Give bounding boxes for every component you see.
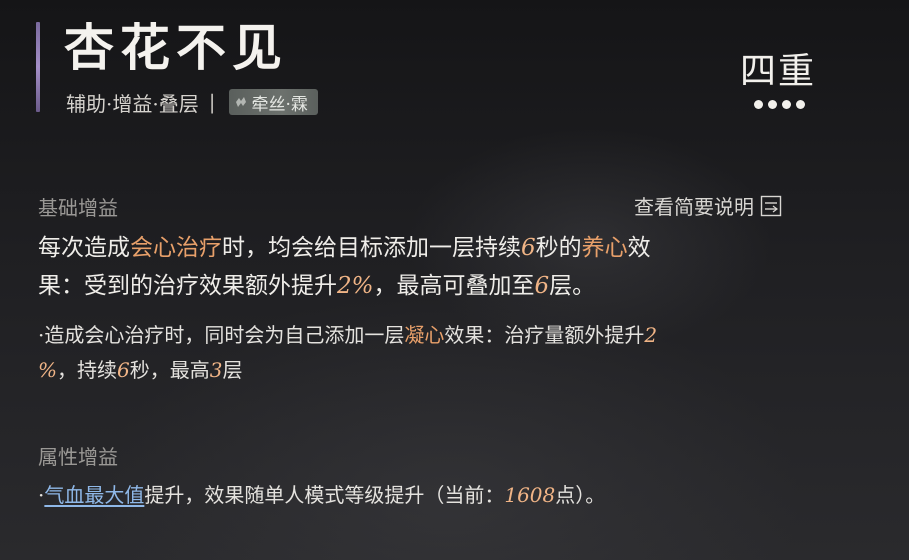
view-brief-label: 查看简要说明 [634,195,754,219]
desc-text: 时，均会给目标添加一层持续 [222,235,521,261]
value-max-stacks: 6 [534,273,550,299]
desc-text: ·造成会心治疗时，同时会为自己添加一层 [38,323,405,347]
rank-dot [768,100,777,109]
value-duration: 6 [521,235,536,261]
rank-dot [782,100,791,109]
desc-text: 效果：治疗量额外提升 [444,323,645,347]
desc-text: 提升，效果随单人模式等级提升（当前： [144,483,505,507]
base-buff-label: 基础增益 [38,196,118,220]
max-hp-link[interactable]: 气血最大值 [44,483,144,507]
tag-separator: | [208,90,216,114]
desc-text: 层 [222,358,243,382]
rank-label: 四重 [740,51,817,92]
value-percent-sign: % [38,358,58,382]
desc-text: 秒的 [535,235,582,261]
keyword-condense-heart: 凝心 [404,323,445,347]
attr-buff-label: 属性增益 [38,445,118,469]
base-desc-line-3: ·造成会心治疗时，同时会为自己添加一层凝心效果：治疗量额外提升2 [38,318,657,352]
school-badge: 牵丝·霖 [229,89,318,115]
value-heal-bonus: 2% [337,273,374,299]
desc-text: 点）。 [555,483,606,507]
value-self-heal-bonus: 2 [644,323,658,347]
desc-text: ，最高可叠加至 [373,273,535,299]
value-self-max-stacks: 3 [209,358,223,382]
attr-desc-line: ·气血最大值提升，效果随单人模式等级提升（当前：1608点）。 [38,478,605,512]
base-desc-line-4: %，持续6秒，最高3层 [38,353,242,387]
desc-text: 果：受到的治疗效果额外提升 [38,273,337,299]
desc-text: 效 [627,235,651,261]
title-accent-bar [36,22,40,112]
rank-dots [754,100,805,109]
base-desc-line-2: 果：受到的治疗效果额外提升2%，最高可叠加至6层。 [38,267,595,305]
desc-text: 层。 [549,273,596,299]
base-desc-line-1: 每次造成会心治疗时，均会给目标添加一层持续6秒的养心效 [38,229,651,267]
value-current-bonus: 1608 [504,483,556,507]
view-brief-button[interactable]: 查看简要说明 [634,191,782,220]
rank-dot [796,100,805,109]
skill-tag-row: 辅助·增益·叠层 | 牵丝·霖 [66,88,318,116]
school-badge-label: 牵丝·霖 [251,94,308,115]
skill-tags: 辅助·增益·叠层 [66,91,199,116]
keyword-nourish-heart: 养心 [581,235,628,261]
desc-text: 每次造成 [38,235,130,261]
rank-dot [754,100,763,109]
skill-title: 杏花不见 [64,18,288,77]
brief-toggle-icon [760,195,782,216]
badge-mark-icon [236,97,247,107]
skill-tooltip-panel: 杏花不见 辅助·增益·叠层 | 牵丝·霖 四重 基础增益 查看简要说明 每次造成… [0,0,909,560]
desc-text: ，持续 [57,358,118,382]
value-self-duration: 6 [117,358,130,382]
keyword-crit-heal: 会心治疗 [130,235,222,261]
desc-text: 秒，最高 [129,358,210,382]
